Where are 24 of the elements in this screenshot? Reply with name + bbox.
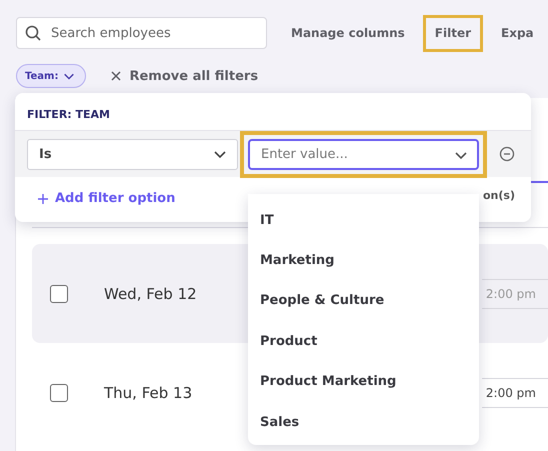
add-filter-button[interactable]: Add filter option (37, 191, 176, 206)
plus-icon (37, 192, 49, 204)
search-field[interactable]: Search employees (16, 17, 267, 49)
filter-chip[interactable]: Team: (16, 64, 86, 88)
value-field[interactable]: Enter value... (248, 138, 479, 170)
checkbox[interactable] (50, 284, 68, 302)
remove-icon (499, 146, 515, 162)
remove-filters-button[interactable]: Remove all filters (110, 68, 258, 84)
operator-select[interactable]: Is (27, 138, 238, 170)
column-header: on(s) (483, 189, 515, 202)
time-field[interactable]: 2:00 pm (482, 378, 548, 408)
date-cell: Wed, Feb 12 (104, 284, 197, 302)
menu-item[interactable]: Sales (248, 402, 479, 442)
menu-item[interactable]: Product (248, 321, 479, 362)
menu-item[interactable]: People & Culture (248, 280, 479, 322)
menu-item[interactable]: IT (248, 200, 479, 240)
toolbar-button[interactable]: Filter (422, 14, 484, 52)
checkbox[interactable] (50, 384, 68, 402)
date-cell: Thu, Feb 13 (104, 384, 192, 402)
close-icon (110, 70, 122, 82)
toolbar-button[interactable]: Expa (489, 14, 546, 52)
menu-item[interactable]: Marketing (248, 240, 479, 281)
menu-item[interactable]: Product Marketing (248, 362, 479, 402)
toolbar-button[interactable]: Manage columns (279, 14, 417, 52)
